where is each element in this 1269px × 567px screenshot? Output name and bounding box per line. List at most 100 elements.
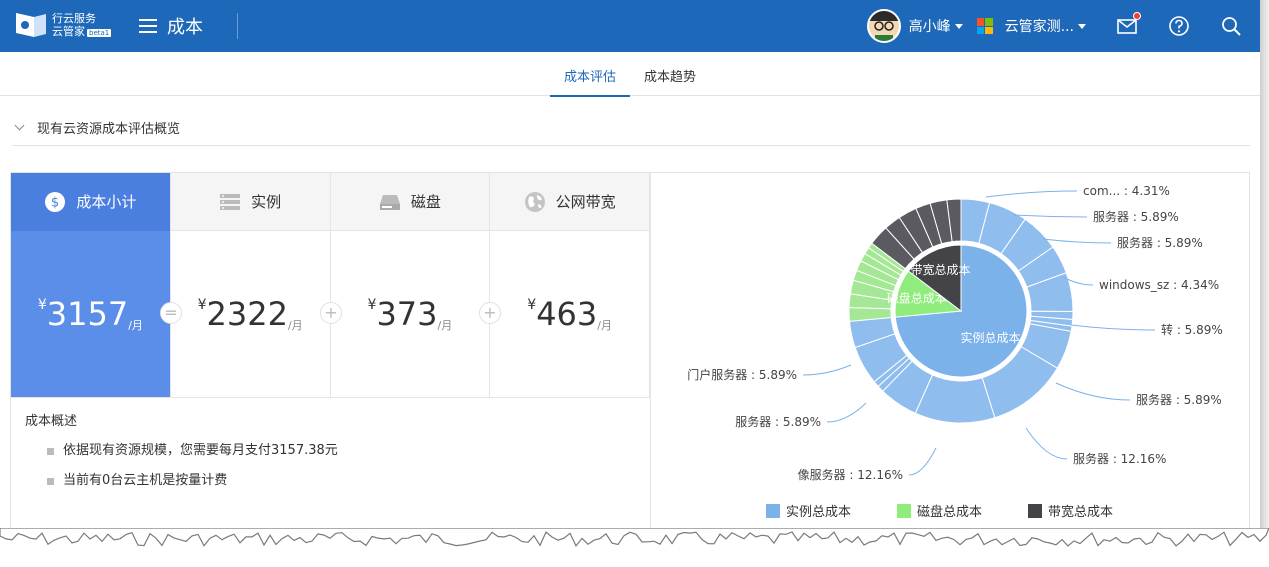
pie-outer-label: 服务器 : 5.89% xyxy=(1093,209,1179,224)
user-name[interactable]: 高小峰 xyxy=(909,16,951,36)
tenant-selector[interactable]: 云管家测... xyxy=(1005,16,1074,36)
pie-chart-svg: 实例总成本磁盘总成本带宽总成本com... : 4.31%服务器 : 5.89%… xyxy=(687,184,1223,482)
window-frame xyxy=(1260,0,1269,567)
tenant-icon xyxy=(976,18,993,34)
pie-outer-label: com... : 4.31% xyxy=(1083,184,1170,198)
help-icon[interactable] xyxy=(1168,15,1190,37)
tab-cost-trend[interactable]: 成本趋势 xyxy=(630,52,710,96)
logo-line2: 云管家 xyxy=(52,25,85,38)
pie-outer-label: 服务器 : 5.89% xyxy=(735,414,821,429)
metric-value-box: ¥ 3157 /月 xyxy=(11,231,170,397)
metric-value: 463 xyxy=(536,295,598,333)
leader-line xyxy=(1042,238,1112,244)
tab-bar: 成本评估 成本趋势 xyxy=(0,52,1260,97)
section-header[interactable]: 现有云资源成本评估概览 xyxy=(12,110,1250,146)
metric-disk[interactable]: 磁盘 ¥ 373 /月 xyxy=(330,173,491,397)
header-right: 高小峰 云管家测... xyxy=(866,0,1260,52)
metric-label: 公网带宽 xyxy=(555,193,616,211)
currency-symbol: ¥ xyxy=(197,297,207,313)
metric-value: 373 xyxy=(376,295,438,333)
search-icon[interactable] xyxy=(1220,15,1242,37)
chevron-down-icon[interactable] xyxy=(14,120,25,131)
section-title: 现有云资源成本评估概览 xyxy=(37,122,181,137)
logo-text: 行云服务 云管家 beta1 xyxy=(52,12,112,40)
metric-unit: /月 xyxy=(597,319,612,332)
header-divider xyxy=(237,13,238,39)
globe-icon xyxy=(524,191,546,213)
cost-overview-card: $ 成本小计 ¥ 3157 /月 实例 ¥ 2322 /月 磁盘 ¥ 373 /… xyxy=(10,172,1250,531)
page-title: 成本 xyxy=(167,17,203,38)
chevron-down-icon[interactable] xyxy=(954,23,963,29)
tab-cost-estimate[interactable]: 成本评估 xyxy=(549,52,631,97)
leader-line xyxy=(985,190,1078,198)
plus-operator: + xyxy=(479,302,501,324)
server-icon xyxy=(219,191,241,213)
plus-operator: + xyxy=(320,302,342,324)
legend-swatch xyxy=(1028,503,1043,518)
metric-bandwidth[interactable]: 公网带宽 ¥ 463 /月 xyxy=(490,173,650,397)
dollar-icon: $ xyxy=(44,191,66,213)
metric-header: 公网带宽 xyxy=(490,173,649,231)
pie-outer-label: 服务器 : 12.16% xyxy=(1073,451,1166,466)
leader-line xyxy=(908,447,937,476)
currency-symbol: ¥ xyxy=(527,297,537,313)
menu-icon[interactable] xyxy=(139,19,157,33)
legend-label: 磁盘总成本 xyxy=(917,505,983,520)
legend-label: 带宽总成本 xyxy=(1048,505,1114,520)
summary-title: 成本概述 xyxy=(25,414,78,429)
leader-line xyxy=(1012,214,1088,218)
metric-subtotal[interactable]: $ 成本小计 ¥ 3157 /月 xyxy=(11,173,171,397)
metric-unit: /月 xyxy=(128,319,143,332)
legend-swatch xyxy=(766,503,780,518)
leader-line xyxy=(826,402,867,423)
cost-pie-chart: 实例总成本 磁盘总成本 带宽总成本 com... : 4.31% 服务器 : 5.89%… xyxy=(650,173,1250,531)
legend-item-instance[interactable]: 实例总成本 xyxy=(766,501,851,520)
summary-list: 依据现有资源规模，您需要每月支付3157.38元 当前有0台云主机是按量计费 xyxy=(25,441,636,501)
avatar[interactable] xyxy=(866,9,901,43)
pie-outer-label: 转 : 5.89% xyxy=(1161,322,1223,337)
chevron-down-icon[interactable] xyxy=(1078,23,1086,29)
metric-header: 磁盘 xyxy=(330,173,490,231)
currency-symbol: ¥ xyxy=(367,297,377,313)
summary-item: 依据现有资源规模，您需要每月支付3157.38元 xyxy=(47,441,636,471)
legend-item-disk[interactable]: 磁盘总成本 xyxy=(897,501,982,520)
top-bar: 行云服务 云管家 beta1 成本 高小峰 云管家测... xyxy=(0,0,1260,52)
legend-swatch xyxy=(897,503,912,518)
equals-operator: = xyxy=(160,302,182,324)
torn-edge xyxy=(0,528,1269,567)
metric-instance[interactable]: 实例 ¥ 2322 /月 xyxy=(170,173,331,397)
currency-symbol: ¥ xyxy=(37,297,47,313)
metric-unit: /月 xyxy=(437,319,453,332)
metric-label: 磁盘 xyxy=(410,193,441,211)
metric-label: 实例 xyxy=(251,193,282,211)
metric-header: $ 成本小计 xyxy=(11,173,170,231)
metric-unit: /月 xyxy=(287,319,303,332)
metric-header: 实例 xyxy=(170,173,330,231)
legend-item-bandwidth[interactable]: 带宽总成本 xyxy=(1028,501,1113,520)
pie-outer-label: 服务器 : 5.89% xyxy=(1117,235,1203,250)
cost-metrics: $ 成本小计 ¥ 3157 /月 实例 ¥ 2322 /月 磁盘 ¥ 373 /… xyxy=(11,173,650,397)
leader-line xyxy=(1055,382,1131,401)
svg-text:$: $ xyxy=(51,195,59,210)
pie-inner-label: 实例总成本 xyxy=(961,330,1021,345)
disk-icon xyxy=(379,191,401,213)
notification-dot xyxy=(1133,12,1141,20)
logo-line1: 行云服务 xyxy=(52,12,96,25)
legend-label: 实例总成本 xyxy=(786,505,852,520)
pie-inner-label: 带宽总成本 xyxy=(911,262,971,277)
logo-badge: beta1 xyxy=(87,29,112,37)
leader-line xyxy=(1070,324,1156,331)
app-logo[interactable]: 行云服务 云管家 beta1 xyxy=(0,0,125,52)
pie-outer-label: windows_sz : 4.34% xyxy=(1099,278,1219,292)
leader-line xyxy=(802,364,852,376)
cost-summary: 成本概述 依据现有资源规模，您需要每月支付3157.38元 当前有0台云主机是按… xyxy=(11,397,650,531)
pie-outer-label: 服务器 : 5.89% xyxy=(1136,392,1222,407)
mail-icon[interactable] xyxy=(1116,12,1141,37)
metric-value: 2322 xyxy=(206,295,288,333)
pie-outer-label: 门户服务器 : 5.89% xyxy=(687,367,797,382)
summary-item: 当前有0台云主机是按量计费 xyxy=(47,471,636,501)
logo-mark-icon xyxy=(14,11,48,41)
metric-label: 成本小计 xyxy=(76,193,137,211)
pie-outer-label: 像服务器 : 12.16% xyxy=(798,467,903,482)
metric-value-box: ¥ 463 /月 xyxy=(490,231,649,397)
